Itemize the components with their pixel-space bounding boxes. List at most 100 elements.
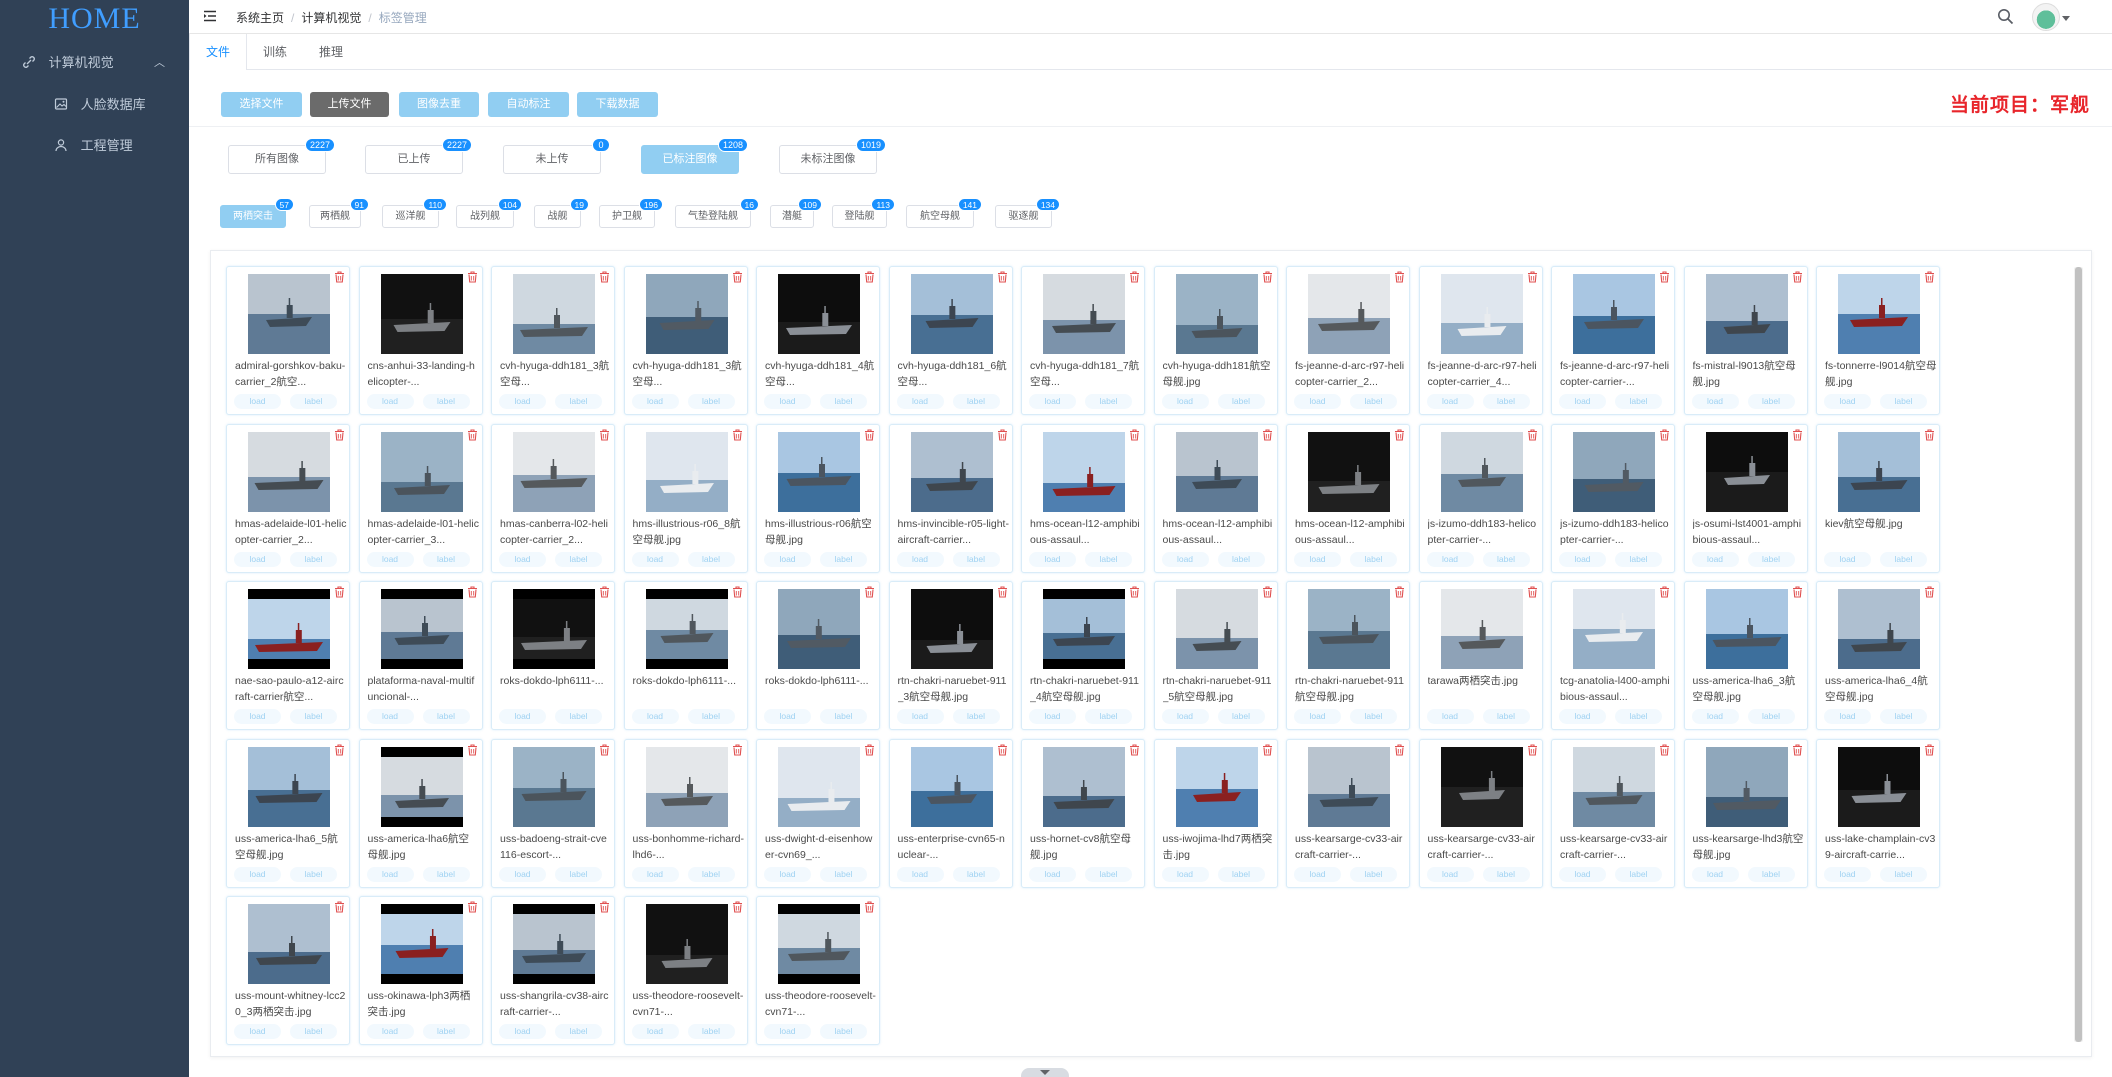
delete-icon[interactable] <box>1659 743 1670 756</box>
image-card[interactable]: rtn-chakri-naruebet-911_3航空母舰.jpg load lab… <box>888 581 1013 730</box>
label-button[interactable]: label <box>555 394 602 409</box>
delete-icon[interactable] <box>599 586 610 598</box>
label-button[interactable]: label <box>1217 551 1265 567</box>
ship-thumbnail[interactable] <box>380 589 463 669</box>
delete-icon[interactable] <box>1792 743 1803 756</box>
label-button[interactable]: label <box>1747 551 1795 567</box>
load-button[interactable]: load <box>234 866 281 882</box>
label-button[interactable]: label <box>820 394 867 409</box>
delete-icon[interactable] <box>467 743 478 756</box>
delete-icon[interactable] <box>1527 271 1538 283</box>
image-card[interactable]: hmas-adelaide-l01-helicopter-carrier_2..… <box>226 423 350 573</box>
image-card[interactable]: hms-ocean-l12-amphibious-assaul... load la… <box>1153 423 1278 573</box>
load-button[interactable]: load <box>499 1024 546 1039</box>
load-button[interactable]: load <box>1161 709 1209 724</box>
tab-files[interactable]: 文件 <box>189 34 247 71</box>
image-card[interactable]: hms-invincible-r05-light-aircraft-carrie… <box>888 423 1013 573</box>
load-button[interactable]: load <box>234 551 281 567</box>
ship-thumbnail[interactable] <box>778 589 860 669</box>
ship-thumbnail[interactable] <box>513 589 595 669</box>
tab-inference[interactable]: 推理 <box>303 34 359 70</box>
ship-thumbnail[interactable] <box>1308 431 1390 512</box>
image-card[interactable]: tarawa两栖突击.jpg load label <box>1418 581 1543 730</box>
delete-icon[interactable] <box>1924 586 1935 598</box>
delete-icon[interactable] <box>467 901 478 913</box>
load-button[interactable]: load <box>764 1024 811 1039</box>
label-button[interactable]: label <box>952 551 1000 567</box>
select-files-button[interactable]: 选择文件 <box>221 92 302 117</box>
ship-thumbnail[interactable] <box>1705 746 1788 827</box>
load-button[interactable]: load <box>1161 394 1209 409</box>
delete-icon[interactable] <box>1394 586 1405 598</box>
image-card[interactable]: cvh-hyuga-ddh181_7航空母... load label <box>1021 266 1145 415</box>
label-button[interactable]: label <box>555 1024 602 1039</box>
label-button[interactable]: label <box>820 551 867 567</box>
image-card[interactable]: rtn-chakri-naruebet-911_4航空母舰.jpg load lab… <box>1021 581 1145 730</box>
label-button[interactable]: label <box>1085 866 1132 882</box>
ship-thumbnail[interactable] <box>645 274 728 354</box>
category-landing-ship[interactable]: 登陆舰 113 <box>832 198 895 228</box>
ship-thumbnail[interactable] <box>778 431 860 512</box>
label-button[interactable]: label <box>1747 394 1795 409</box>
load-button[interactable]: load <box>1559 709 1606 724</box>
load-button[interactable]: load <box>499 394 546 409</box>
load-button[interactable]: load <box>1691 709 1739 724</box>
label-button[interactable]: label <box>290 866 337 882</box>
ship-thumbnail[interactable] <box>645 589 728 669</box>
load-button[interactable]: load <box>1294 551 1341 567</box>
load-button[interactable]: load <box>631 394 679 409</box>
load-button[interactable]: load <box>764 394 811 409</box>
load-button[interactable]: load <box>1294 394 1341 409</box>
ship-thumbnail[interactable] <box>910 274 993 354</box>
delete-icon[interactable] <box>997 428 1008 441</box>
label-button[interactable]: label <box>820 866 867 882</box>
delete-icon[interactable] <box>1659 271 1670 283</box>
breadcrumb-home[interactable]: 系统主页 <box>236 11 284 25</box>
label-button[interactable]: label <box>422 394 470 409</box>
image-card[interactable]: uss-mount-whitney-lcc20_3两栖突击.jpg load lab… <box>226 896 350 1045</box>
image-card[interactable]: roks-dokdo-lph6111-... load label <box>756 581 880 730</box>
delete-icon[interactable] <box>997 586 1008 598</box>
delete-icon[interactable] <box>997 743 1008 756</box>
delete-icon[interactable] <box>599 428 610 441</box>
ship-thumbnail[interactable] <box>778 904 860 984</box>
delete-icon[interactable] <box>334 586 345 598</box>
delete-icon[interactable] <box>732 428 743 441</box>
load-button[interactable]: load <box>499 866 546 882</box>
label-button[interactable]: label <box>1880 394 1927 409</box>
image-card[interactable]: roks-dokdo-lph6111-... load label <box>623 581 748 730</box>
label-button[interactable]: label <box>687 551 735 567</box>
load-button[interactable]: load <box>1029 709 1076 724</box>
delete-icon[interactable] <box>1262 743 1273 756</box>
collapse-handle[interactable] <box>1021 1068 1069 1077</box>
load-button[interactable]: load <box>1691 866 1739 882</box>
label-button[interactable]: label <box>1217 394 1265 409</box>
label-button[interactable]: label <box>1482 394 1530 409</box>
load-button[interactable]: load <box>631 709 679 724</box>
ship-thumbnail[interactable] <box>513 746 595 827</box>
image-card[interactable]: uss-iwojima-lhd7两栖突击.jpg load label <box>1153 738 1278 888</box>
ship-thumbnail[interactable] <box>1440 746 1523 827</box>
load-button[interactable]: load <box>366 709 414 724</box>
load-button[interactable]: load <box>764 866 811 882</box>
image-card[interactable]: uss-badoeng-strait-cve116-escort-... load… <box>491 738 615 888</box>
delete-icon[interactable] <box>1129 271 1140 283</box>
load-button[interactable]: load <box>1824 709 1871 724</box>
image-card[interactable]: uss-theodore-roosevelt-cvn71-... load labe… <box>756 896 880 1045</box>
tab-training[interactable]: 训练 <box>247 34 303 70</box>
label-button[interactable]: label <box>422 1024 470 1039</box>
load-button[interactable]: load <box>499 551 546 567</box>
load-button[interactable]: load <box>366 1024 414 1039</box>
label-button[interactable]: label <box>290 709 337 724</box>
image-card[interactable]: cvh-hyuga-ddh181_4航空母... load label <box>756 266 880 415</box>
ship-thumbnail[interactable] <box>778 274 860 354</box>
category-amphibious-assault[interactable]: 两栖突击 57 <box>220 198 294 228</box>
category-aircraft-carrier[interactable]: 航空母舰 141 <box>906 198 982 228</box>
load-button[interactable]: load <box>1824 394 1871 409</box>
category-submarine[interactable]: 潜艇 109 <box>770 198 822 228</box>
label-button[interactable]: label <box>1615 394 1662 409</box>
category-frigate[interactable]: 护卫舰 196 <box>599 198 663 228</box>
ship-thumbnail[interactable] <box>1043 431 1125 512</box>
filter-uploaded[interactable]: 已上传 2227 <box>365 138 472 174</box>
sidebar-item-project-management[interactable]: 工程管理 <box>0 125 189 166</box>
